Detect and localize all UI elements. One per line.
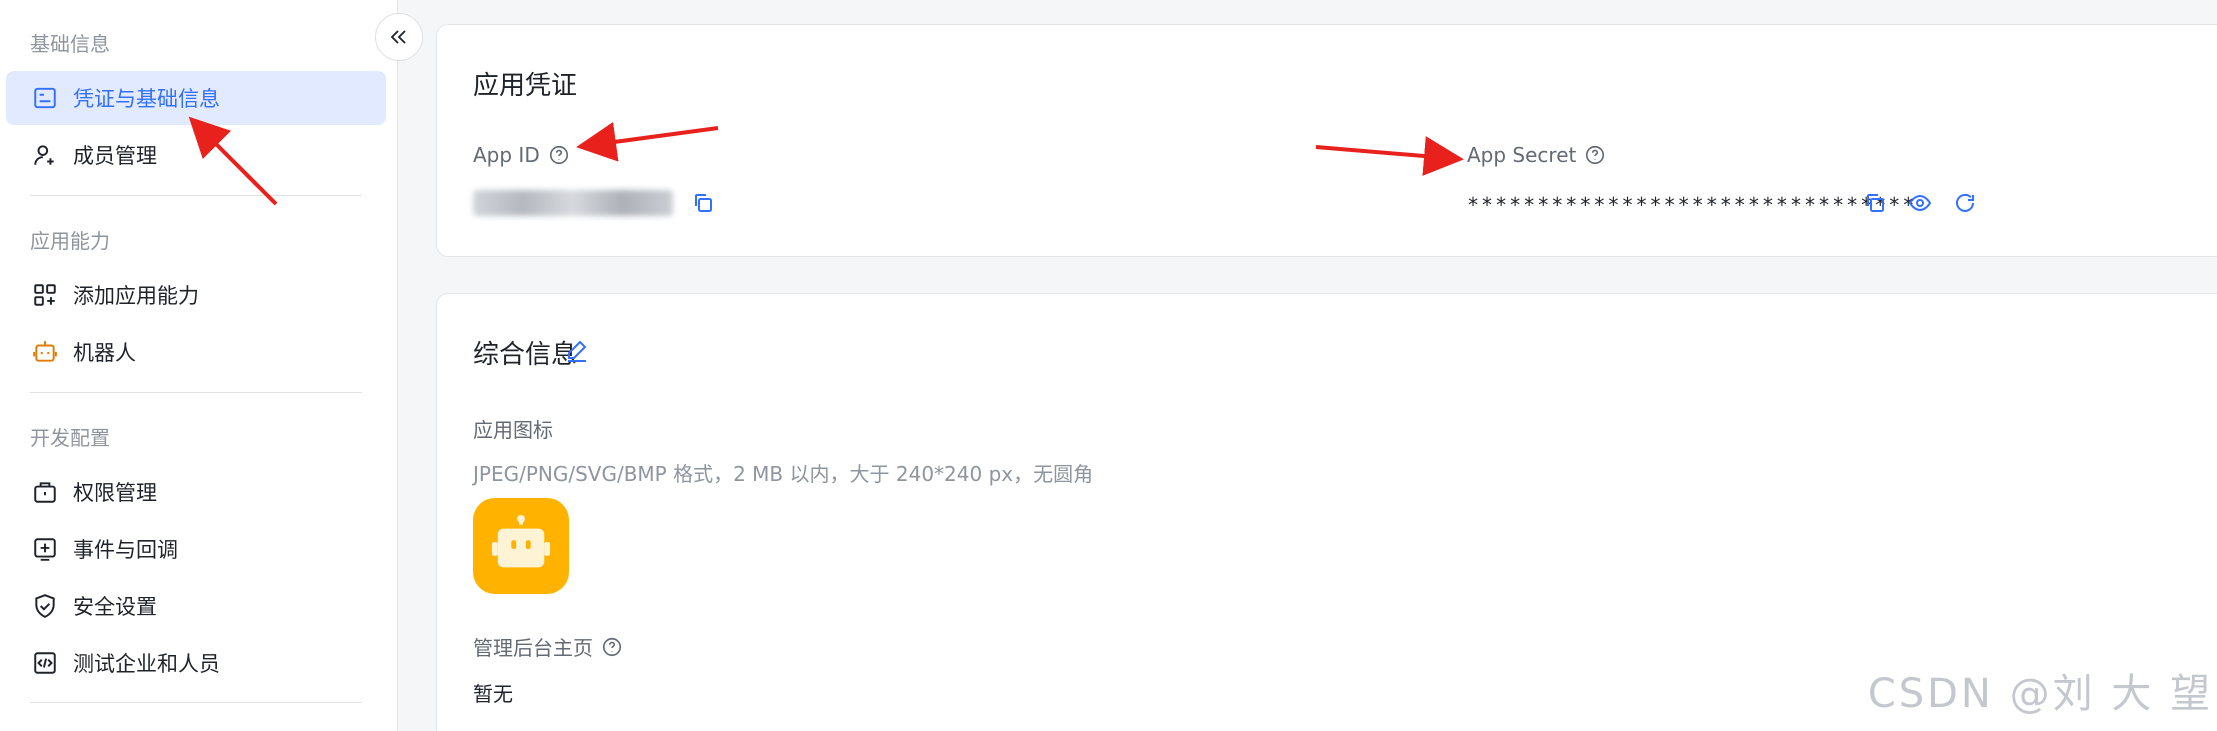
sidebar-item-test-org[interactable]: 测试企业和人员	[6, 636, 386, 690]
sidebar-item-members[interactable]: 成员管理	[6, 128, 386, 182]
group-title-dev: 开发配置	[30, 426, 110, 450]
homepage-value: 暂无	[473, 682, 513, 706]
code-icon	[31, 649, 59, 677]
app-icon-hint: JPEG/PNG/SVG/BMP 格式，2 MB 以内，大于 240*240 p…	[473, 462, 1094, 486]
sidebar-item-label: 事件与回调	[73, 538, 178, 562]
collapse-sidebar-button[interactable]	[375, 13, 423, 61]
permission-icon	[31, 478, 59, 506]
app-icon-label: 应用图标	[473, 418, 553, 442]
app-secret-label: App Secret	[1467, 143, 1606, 167]
copy-app-id-button[interactable]	[689, 189, 717, 217]
divider	[30, 195, 362, 196]
robot-icon	[31, 338, 59, 366]
sidebar-item-label: 机器人	[73, 341, 136, 365]
sidebar-item-add-capability[interactable]: 添加应用能力	[6, 268, 386, 322]
credentials-title: 应用凭证	[473, 71, 578, 101]
app-root: 基础信息 凭证与基础信息 成员管理 应用能力 添加应用能力 机器人 开发配置 权…	[0, 0, 2217, 731]
homepage-label: 管理后台主页	[473, 632, 623, 661]
show-secret-button[interactable]	[1906, 189, 1934, 217]
sidebar-item-security[interactable]: 安全设置	[6, 579, 386, 633]
copy-app-secret-button[interactable]	[1861, 189, 1889, 217]
grid-plus-icon	[31, 281, 59, 309]
eye-icon	[1908, 194, 1932, 212]
add-member-icon	[31, 141, 59, 169]
refresh-icon	[1956, 193, 1974, 212]
edit-general-info-button[interactable]	[563, 336, 591, 364]
copy-icon	[1867, 194, 1884, 212]
double-chevron-left-icon	[390, 30, 406, 44]
reset-secret-button[interactable]	[1951, 189, 1979, 217]
sidebar-item-label: 添加应用能力	[73, 284, 199, 308]
app-id-label: App ID	[473, 143, 570, 167]
sidebar-item-events[interactable]: 事件与回调	[6, 522, 386, 576]
sidebar: 基础信息 凭证与基础信息 成员管理 应用能力 添加应用能力 机器人 开发配置 权…	[0, 0, 398, 731]
homepage-label-text: 管理后台主页	[473, 636, 593, 660]
shield-icon	[31, 592, 59, 620]
help-icon[interactable]	[601, 636, 623, 658]
divider	[30, 392, 362, 393]
group-title-basic: 基础信息	[30, 32, 110, 56]
robot-icon	[491, 515, 551, 568]
edit-icon	[568, 340, 587, 362]
app-icon-image[interactable]	[473, 498, 569, 594]
app-secret-label-text: App Secret	[1467, 143, 1577, 167]
credentials-card: 应用凭证 App ID App Secret *****************…	[436, 24, 2217, 257]
app-id-label-text: App ID	[473, 143, 540, 167]
event-icon	[31, 535, 59, 563]
sidebar-item-label: 凭证与基础信息	[73, 87, 220, 111]
sidebar-item-robot[interactable]: 机器人	[6, 325, 386, 379]
sidebar-item-label: 权限管理	[73, 481, 157, 505]
app-secret-value: ********************************	[1467, 193, 1917, 217]
credential-icon	[31, 84, 59, 112]
group-title-capability: 应用能力	[30, 229, 110, 253]
sidebar-item-label: 测试企业和人员	[73, 652, 220, 676]
watermark: CSDN @刘 大 望	[1867, 671, 2213, 717]
sidebar-item-credentials[interactable]: 凭证与基础信息	[6, 71, 386, 125]
sidebar-item-label: 安全设置	[73, 595, 157, 619]
general-info-title: 综合信息	[473, 340, 578, 370]
sidebar-item-label: 成员管理	[73, 144, 157, 168]
sidebar-item-permissions[interactable]: 权限管理	[6, 465, 386, 519]
help-icon[interactable]	[548, 144, 570, 166]
app-id-value-redacted	[473, 190, 673, 216]
divider	[30, 702, 362, 703]
help-icon[interactable]	[1584, 144, 1606, 166]
copy-icon	[695, 194, 712, 212]
